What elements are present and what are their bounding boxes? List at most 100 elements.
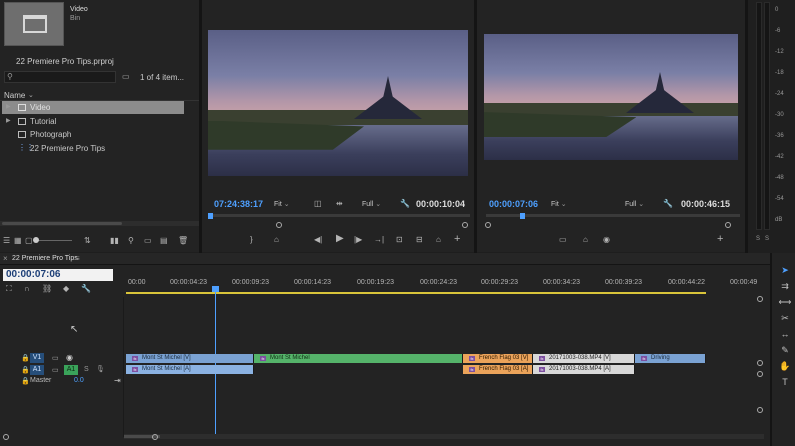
overwrite-icon[interactable]: ⊟ [416,235,423,245]
search-input[interactable]: ⚲ [4,71,116,83]
icon-view-icon[interactable]: ▦ [14,236,22,246]
export-icon[interactable]: ⌂ [583,235,588,245]
slip-tool-icon[interactable]: ↔ [778,328,792,340]
new-bin-icon[interactable]: ▭ [144,236,152,246]
add-button-icon[interactable]: + [717,234,723,245]
panel-menu-icon[interactable]: ≡ [75,254,80,263]
zoom-slider[interactable] [33,237,72,243]
solo-left-button[interactable]: S [756,236,760,242]
clip-video[interactable]: fx French Flag 03 [V] [463,354,533,363]
solo-right-button[interactable]: S [765,236,769,242]
nest-icon[interactable]: ⛶ [6,284,12,294]
column-header[interactable]: Name ⌄ [0,88,199,101]
list-item-tutorial[interactable]: ▶ Tutorial [0,115,199,128]
freeform-view-icon[interactable]: ▢ [25,236,33,246]
time-ruler[interactable]: 00:00 00:00:04:23 00:00:09:23 00:00:14:2… [124,267,764,297]
timeline-timecode[interactable]: 00:00:07:06 [3,269,113,281]
clip-video[interactable]: fx Mont St Michel [V] [126,354,254,363]
microphone-icon[interactable]: 🎙 [96,365,105,373]
lock-icon[interactable]: 🔒 [21,354,30,362]
insert-icon[interactable]: ⇹ [336,199,343,209]
close-icon[interactable]: × [3,254,8,263]
clip-video[interactable]: fx Driving [635,354,706,363]
camera-icon[interactable]: ◉ [603,235,610,245]
type-tool-icon[interactable]: T [778,376,792,388]
go-to-end-icon[interactable]: ⇥ [114,376,121,385]
lock-icon[interactable]: 🔒 [21,377,30,385]
add-button-icon[interactable]: + [454,234,460,245]
clip-audio[interactable]: fx 20171003-038.MP4 [A] [533,365,635,374]
ripple-edit-tool-icon[interactable]: ⟷ [778,296,792,308]
list-item-sequence[interactable]: ⋮⋮ 22 Premiere Pro Tips [0,142,199,155]
selection-tool-icon[interactable]: ➤ [778,264,792,276]
lock-icon[interactable]: 🔒 [21,366,30,374]
export-frame-icon[interactable]: ⌂ [274,235,279,245]
insert-clip-icon[interactable]: ⊡ [396,235,403,245]
settings-wrench-icon[interactable]: 🔧 [81,284,91,294]
automate-icon[interactable]: ▮▮ [110,236,119,246]
project-scrollbar[interactable] [0,221,199,226]
hand-tool-icon[interactable]: ✋ [778,360,792,372]
trash-icon[interactable]: 🗑 [178,236,188,246]
scroll-handle[interactable] [757,360,763,366]
master-level[interactable]: 0.0 [74,377,84,384]
sync-lock-icon[interactable]: ▭ [52,354,59,362]
lift-icon[interactable]: ▭ [559,235,567,245]
expand-triangle-icon[interactable]: ▶ [6,101,11,114]
list-view-icon[interactable]: ☰ [3,236,10,246]
scrollbar-thumb[interactable] [2,222,122,225]
source-video-frame[interactable] [208,30,468,176]
linked-selection-icon[interactable]: ⛓ [42,284,52,294]
zoom-handle-left[interactable] [276,222,282,228]
scroll-handle-bottom[interactable] [757,407,763,413]
scroll-handle-top[interactable] [757,296,763,302]
zoom-handle-right[interactable] [725,222,731,228]
zoom-slider-thumb[interactable] [33,237,39,243]
wrench-icon[interactable]: 🔧 [663,199,673,209]
scroll-handle[interactable] [757,371,763,377]
track-target-v1[interactable]: V1 [30,353,44,363]
bin-thumbnail[interactable] [4,2,64,46]
list-item-video[interactable]: ▶ Video [2,101,184,114]
find-icon[interactable]: ⚲ [128,236,134,246]
zoom-handle-right[interactable] [462,222,468,228]
program-playhead[interactable] [520,213,525,219]
add-marker-icon[interactable]: ◆ [63,284,69,294]
chevron-down-icon[interactable]: ⌄ [28,91,34,99]
new-item-icon[interactable]: ▤ [160,236,168,246]
source-fit-select[interactable]: Fit ⌄ [274,200,290,208]
list-item-photograph[interactable]: Photograph [0,128,199,141]
step-forward-icon[interactable]: |▶ [354,235,362,245]
source-playhead[interactable] [208,213,213,219]
program-video-frame[interactable] [484,34,738,160]
sequence-tab[interactable]: 22 Premiere Pro Tips [12,255,78,262]
step-back-icon[interactable]: ◀| [314,235,322,245]
play-icon[interactable]: ▶ [336,234,344,244]
program-fit-select[interactable]: Fit ⌄ [551,200,567,208]
compare-icon[interactable]: ◫ [314,199,322,209]
snap-icon[interactable]: ∩ [24,284,30,294]
clip-video[interactable]: fx Mont St Michel [254,354,463,363]
source-timecode[interactable]: 07:24:38:17 [214,199,263,209]
mark-out-icon[interactable]: } [250,235,253,245]
solo-icon[interactable]: S [84,366,89,373]
track-select-tool-icon[interactable]: ⇉ [778,280,792,292]
zoom-handle-left[interactable] [485,222,491,228]
timeline-h-scrollbar[interactable] [124,434,764,439]
eye-icon[interactable]: ◉ [66,353,73,362]
source-scrub-bar[interactable] [208,214,470,217]
sync-lock-icon[interactable]: ▭ [52,366,59,374]
mute-button[interactable]: A1 [64,365,78,375]
program-quality-select[interactable]: Full ⌄ [625,200,644,208]
razor-tool-icon[interactable]: ✂ [778,312,792,324]
clip-audio[interactable]: fx French Flag 03 [A] [463,365,533,374]
source-quality-select[interactable]: Full ⌄ [362,200,381,208]
track-target-a1[interactable]: A1 [30,365,44,375]
expand-triangle-icon[interactable]: ▶ [6,115,11,128]
export-icon[interactable]: ⌂ [436,235,441,245]
sort-icon[interactable]: ⇅ [84,236,91,246]
wrench-icon[interactable]: 🔧 [400,199,410,209]
pen-tool-icon[interactable]: ✎ [778,344,792,356]
go-to-out-icon[interactable]: →| [374,235,384,245]
zoom-handle-left[interactable] [3,434,9,440]
